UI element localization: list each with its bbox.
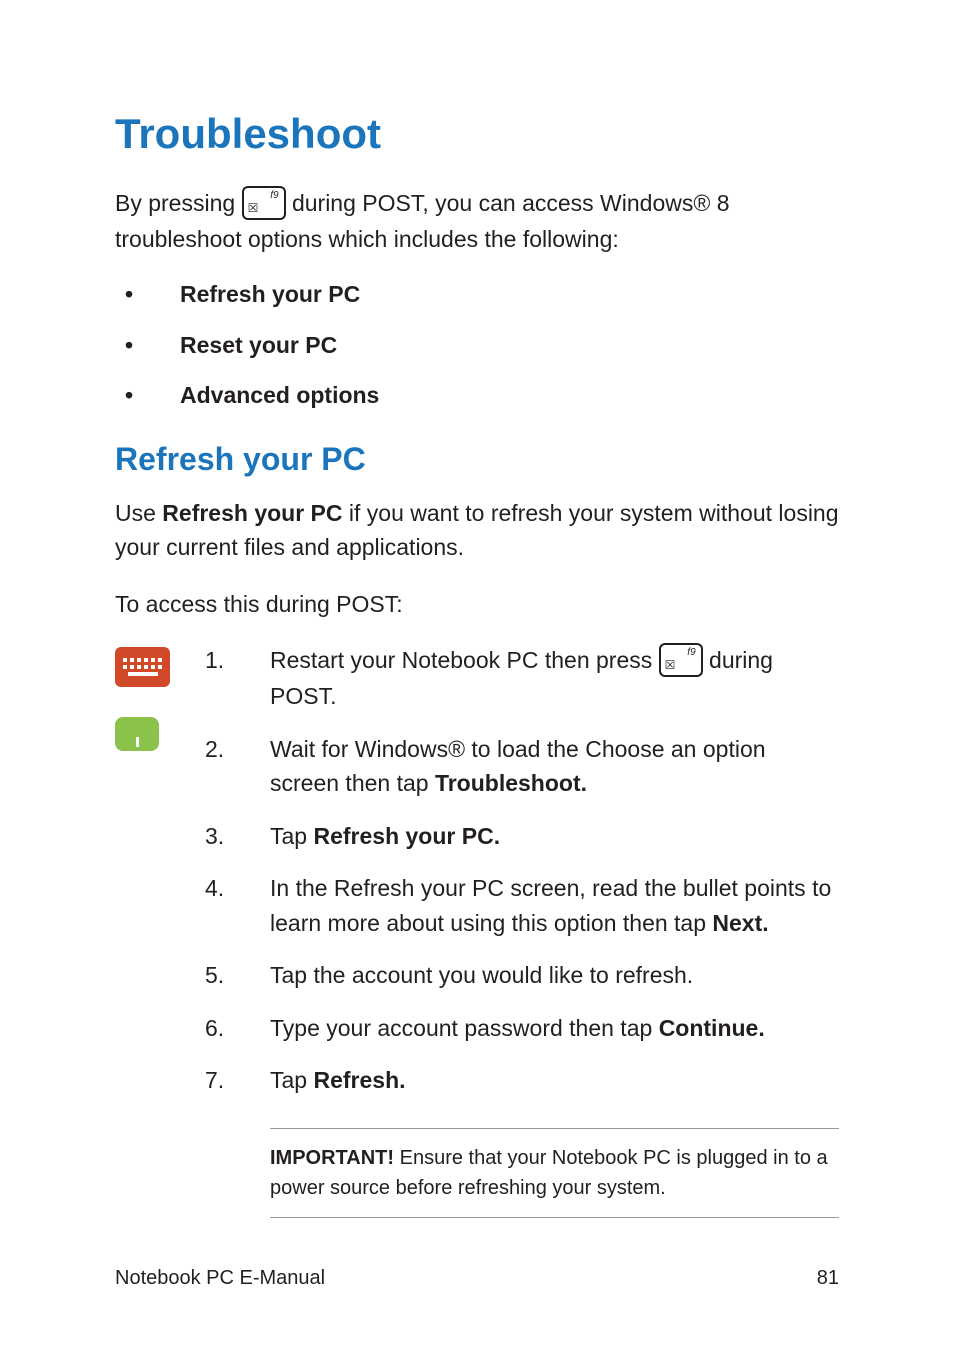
- step-number: 4.: [205, 871, 240, 940]
- options-list: Refresh your PC Reset your PC Advanced o…: [115, 278, 839, 411]
- key-fn-label: f9: [270, 191, 278, 201]
- step-row: 2. Wait for Windows® to load the Choose …: [205, 732, 839, 801]
- f9-key-icon: ☒ f9: [659, 643, 703, 677]
- step-text: Restart your Notebook PC then press: [270, 647, 659, 673]
- step-row: 5. Tap the account you would like to ref…: [205, 958, 839, 993]
- list-item: Advanced options: [115, 379, 839, 411]
- step-bold: Troubleshoot.: [435, 770, 587, 796]
- f9-key-icon: ☒ f9: [242, 186, 286, 220]
- note-label: IMPORTANT!: [270, 1147, 394, 1169]
- page-title: Troubleshoot: [115, 110, 839, 158]
- step-row: 3. Tap Refresh your PC.: [205, 819, 839, 854]
- step-row: 6. Type your account password then tap C…: [205, 1011, 839, 1046]
- step-row: 4. In the Refresh your PC screen, read t…: [205, 871, 839, 940]
- important-note: IMPORTANT! Ensure that your Notebook PC …: [270, 1128, 839, 1218]
- access-line: To access this during POST:: [115, 587, 839, 622]
- intro-text-pre: By pressing: [115, 190, 242, 216]
- step-bold: Continue.: [659, 1015, 765, 1041]
- step-number: 5.: [205, 958, 240, 993]
- step-text: Tap: [270, 1067, 313, 1093]
- step-text: Tap: [270, 823, 313, 849]
- key-fn-label: f9: [687, 648, 695, 658]
- list-item: Reset your PC: [115, 329, 839, 361]
- step-row: 1. Restart your Notebook PC then press ☒…: [205, 643, 839, 713]
- step-bold: Refresh.: [313, 1067, 405, 1093]
- step-number: 6.: [205, 1011, 240, 1046]
- intro-paragraph: By pressing ☒ f9 during POST, you can ac…: [115, 186, 839, 256]
- step-number: 1.: [205, 643, 240, 713]
- section-intro-pre: Use: [115, 500, 162, 526]
- step-text: Type your account password then tap: [270, 1015, 659, 1041]
- list-item: Refresh your PC: [115, 278, 839, 310]
- step-number: 2.: [205, 732, 240, 801]
- footer-title: Notebook PC E-Manual: [115, 1267, 325, 1290]
- keyboard-icon: [115, 647, 170, 687]
- page-number: 81: [817, 1267, 839, 1290]
- step-bold: Next.: [712, 910, 768, 936]
- key-symbol: ☒: [248, 202, 259, 214]
- step-text: Tap the account you would like to refres…: [270, 958, 839, 993]
- section-heading: Refresh your PC: [115, 441, 839, 478]
- section-intro: Use Refresh your PC if you want to refre…: [115, 496, 839, 565]
- step-bold: Refresh your PC.: [313, 823, 500, 849]
- step-number: 3.: [205, 819, 240, 854]
- step-row: 7. Tap Refresh.: [205, 1063, 839, 1098]
- touchpad-icon: [115, 717, 159, 751]
- step-number: 7.: [205, 1063, 240, 1098]
- section-intro-bold: Refresh your PC: [162, 500, 342, 526]
- key-symbol: ☒: [665, 659, 676, 671]
